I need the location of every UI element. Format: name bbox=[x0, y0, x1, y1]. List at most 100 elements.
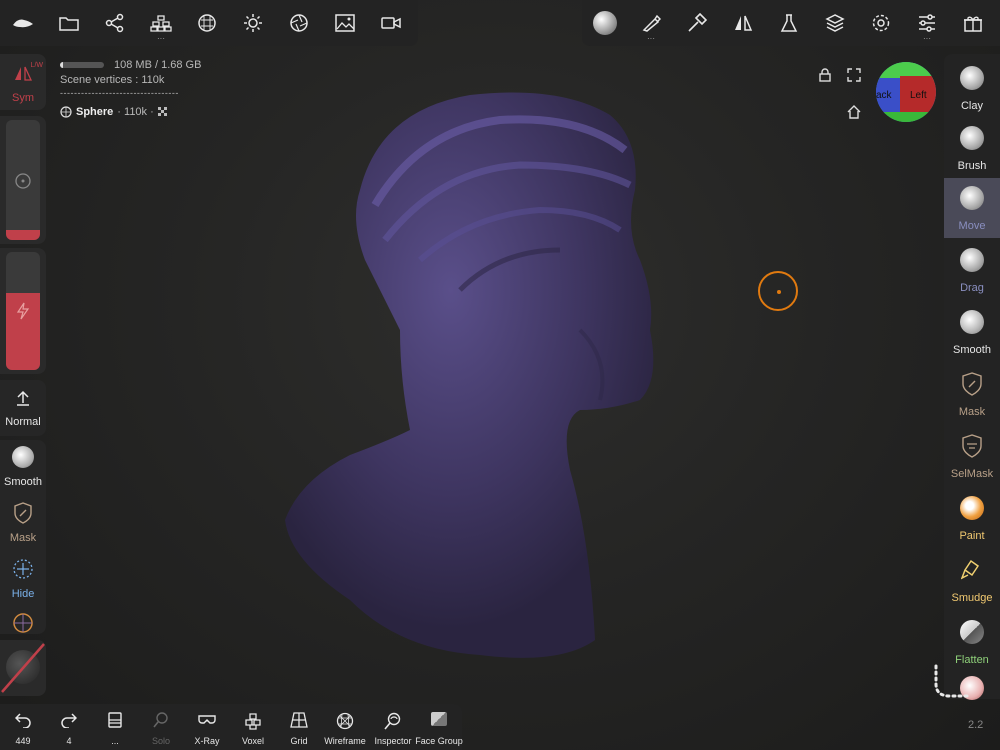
tool-drag-label: Drag bbox=[960, 282, 984, 294]
checker-icon bbox=[157, 107, 167, 116]
flask-icon[interactable] bbox=[766, 0, 812, 46]
tool-brush-label: Brush bbox=[957, 160, 987, 172]
tool-clay[interactable]: Clay bbox=[944, 58, 1000, 118]
color-wheel-icon[interactable] bbox=[12, 612, 34, 634]
home-icon[interactable] bbox=[845, 103, 863, 121]
video-icon[interactable] bbox=[368, 0, 414, 46]
clay-icon bbox=[960, 66, 984, 90]
tool-smudge[interactable]: Smudge bbox=[944, 550, 1000, 610]
tool-selmask-label: SelMask bbox=[950, 468, 994, 480]
fps-counter: 2.2 bbox=[968, 719, 984, 731]
no-material-slash-icon bbox=[1, 643, 45, 693]
selmask-icon bbox=[962, 434, 982, 458]
right-tools-toolbar: Clay Brush Move Drag Smooth Mask SelMask… bbox=[944, 54, 1000, 700]
brush-cursor-center bbox=[777, 290, 781, 294]
paint-icon bbox=[960, 496, 984, 520]
bottom-toolbar: 449 4 ... Solo X-Ray Voxel Grid Wirefram… bbox=[0, 704, 463, 750]
layers-icon[interactable] bbox=[812, 0, 858, 46]
brush-settings-icon[interactable] bbox=[582, 0, 628, 46]
object-detail: · 110k · bbox=[117, 106, 154, 118]
memory-bar bbox=[60, 62, 104, 69]
tool-mask[interactable]: Mask bbox=[944, 364, 1000, 424]
undo-icon bbox=[15, 713, 31, 728]
memory-bar-fill bbox=[60, 62, 63, 69]
image-icon[interactable] bbox=[322, 0, 368, 46]
flatten-icon bbox=[960, 620, 984, 644]
tool-clay-label: Clay bbox=[960, 100, 983, 112]
tool-selmask[interactable]: SelMask bbox=[944, 426, 1000, 486]
scene-icon[interactable]: ··· bbox=[138, 0, 184, 46]
folder-icon[interactable] bbox=[46, 0, 92, 46]
brush-cursor bbox=[758, 271, 798, 311]
tool-paint[interactable]: Paint bbox=[944, 488, 1000, 548]
object-name: Sphere bbox=[76, 106, 114, 118]
symmetry-icon[interactable] bbox=[720, 0, 766, 46]
quick-hide-button[interactable]: Hide bbox=[0, 552, 46, 608]
sliders-menu-dots: ··· bbox=[923, 34, 931, 43]
sliders-icon[interactable]: ··· bbox=[904, 0, 950, 46]
share-icon[interactable] bbox=[92, 0, 138, 46]
memory-text: 108 MB / 1.68 GB bbox=[114, 59, 202, 71]
face-group-button[interactable]: Face Group bbox=[415, 704, 463, 750]
radius-fill bbox=[6, 230, 40, 240]
grid-icon bbox=[290, 712, 308, 728]
light-icon[interactable] bbox=[230, 0, 276, 46]
inspector-icon bbox=[384, 712, 401, 730]
drag-icon bbox=[960, 248, 984, 272]
stroke-icon[interactable]: ··· bbox=[628, 0, 674, 46]
radius-icon bbox=[15, 173, 31, 189]
quick-mask-label: Mask bbox=[9, 532, 37, 544]
solo-icon bbox=[153, 712, 168, 728]
tool-smooth[interactable]: Smooth bbox=[944, 302, 1000, 362]
xray-icon bbox=[198, 715, 216, 724]
intensity-slider[interactable] bbox=[0, 248, 46, 374]
scroll-handle-icon[interactable] bbox=[930, 664, 970, 704]
lock-icon[interactable] bbox=[816, 66, 834, 84]
radius-slider[interactable] bbox=[0, 116, 46, 244]
quick-smooth-button[interactable]: Smooth bbox=[0, 440, 46, 496]
gear-icon[interactable] bbox=[858, 0, 904, 46]
tool-move-label: Move bbox=[958, 220, 986, 232]
mask-shield-icon bbox=[14, 502, 32, 524]
gizmo-back-label: ack bbox=[876, 90, 892, 101]
wireframe-button[interactable]: Wireframe bbox=[322, 704, 368, 750]
upload-icon bbox=[17, 390, 29, 406]
scene-info: 108 MB / 1.68 GB Scene vertices : 110k -… bbox=[60, 58, 201, 118]
tool-drag[interactable]: Drag bbox=[944, 240, 1000, 300]
material-icon[interactable] bbox=[184, 0, 230, 46]
fullscreen-icon[interactable] bbox=[845, 66, 863, 84]
orientation-gizmo[interactable]: ack Left bbox=[876, 62, 936, 122]
material-preview[interactable] bbox=[0, 640, 46, 696]
gizmo-bottom-face bbox=[876, 112, 936, 122]
tool-move[interactable]: Move bbox=[944, 178, 1000, 238]
normal-mode-button[interactable]: Normal bbox=[0, 380, 46, 436]
tool-mask-label: Mask bbox=[958, 406, 986, 418]
quick-mask-button[interactable]: Mask bbox=[0, 496, 46, 552]
smudge-icon bbox=[961, 559, 980, 580]
redo-icon bbox=[61, 713, 77, 728]
face-group-label: Face Group bbox=[415, 736, 463, 746]
tool-paint-label: Paint bbox=[959, 530, 985, 542]
scene-menu-dots: ··· bbox=[157, 34, 165, 43]
symmetry-label: Sym bbox=[12, 92, 34, 104]
top-left-toolbar: ··· bbox=[0, 0, 418, 46]
hammer-icon[interactable] bbox=[674, 0, 720, 46]
tool-flatten[interactable]: Flatten bbox=[944, 612, 1000, 672]
gift-icon[interactable] bbox=[950, 0, 996, 46]
brush-material-ball bbox=[593, 11, 617, 35]
tool-smudge-label: Smudge bbox=[951, 592, 993, 604]
smooth-icon bbox=[960, 310, 984, 334]
symmetry-toggle[interactable]: L/W Sym bbox=[0, 54, 46, 110]
symmetry-corner-label: L/W bbox=[30, 62, 43, 69]
logo-icon[interactable] bbox=[0, 0, 46, 46]
tool-brush[interactable]: Brush bbox=[944, 118, 1000, 178]
camera-icon[interactable] bbox=[276, 0, 322, 46]
gizmo-left-label: Left bbox=[910, 90, 927, 101]
brush-icon bbox=[960, 126, 984, 150]
top-right-toolbar: ··· ··· bbox=[582, 0, 1000, 46]
object-row[interactable]: Sphere · 110k · bbox=[60, 106, 201, 118]
quick-smooth-label: Smooth bbox=[4, 476, 42, 488]
stroke-menu-dots: ··· bbox=[647, 34, 655, 43]
tool-smooth-label: Smooth bbox=[953, 344, 991, 356]
normal-label: Normal bbox=[5, 416, 41, 428]
